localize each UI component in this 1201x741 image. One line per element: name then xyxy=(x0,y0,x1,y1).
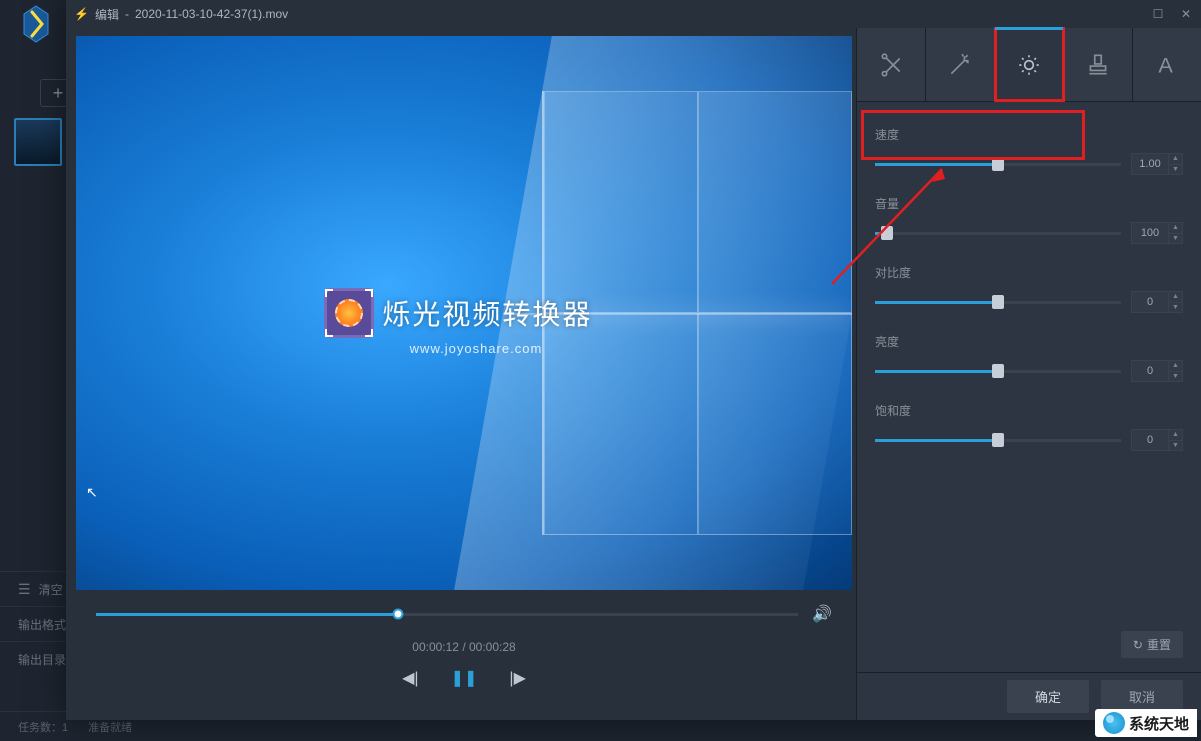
contrast-spinner: 0 ▲▼ xyxy=(1131,291,1183,313)
saturation-down-button[interactable]: ▼ xyxy=(1168,441,1182,451)
tool-tabs: A xyxy=(857,28,1201,102)
reset-label: 重置 xyxy=(1147,636,1171,653)
tab-trim[interactable] xyxy=(857,28,926,101)
editor-app-icon: ⚡ xyxy=(74,7,89,21)
volume-thumb[interactable] xyxy=(881,226,893,240)
clear-list-icon: ☰ xyxy=(18,581,31,598)
brightness-up-button[interactable]: ▲ xyxy=(1168,361,1182,372)
ok-button[interactable]: 确定 xyxy=(1007,680,1089,713)
watermark-text: 烁光视频转换器 xyxy=(382,293,592,333)
volume-value[interactable]: 100 xyxy=(1132,223,1168,243)
brightness-down-button[interactable]: ▼ xyxy=(1168,372,1182,382)
stamp-icon xyxy=(1085,52,1111,78)
editor-maximize-icon[interactable]: ☐ xyxy=(1151,7,1165,21)
tab-effects[interactable] xyxy=(926,28,995,101)
clear-list-label: 清空 xyxy=(39,581,63,598)
saturation-up-button[interactable]: ▲ xyxy=(1168,430,1182,441)
sliders-panel: 速度 1.00 ▲▼ 音量 xyxy=(857,102,1201,621)
editor-close-icon[interactable]: ✕ xyxy=(1179,7,1193,21)
video-pane: 烁光视频转换器 www.joyoshare.com ↖ 🔊 00:00:12 /… xyxy=(66,28,856,720)
contrast-up-button[interactable]: ▲ xyxy=(1168,292,1182,303)
saturation-thumb[interactable] xyxy=(992,433,1004,447)
tab-adjust[interactable] xyxy=(995,28,1064,101)
time-total: 00:00:28 xyxy=(469,640,516,654)
saturation-value[interactable]: 0 xyxy=(1132,430,1168,450)
site-watermark-text: 系统天地 xyxy=(1129,713,1189,734)
saturation-slider-group: 饱和度 0 ▲▼ xyxy=(875,402,1183,451)
video-controls: 🔊 00:00:12 / 00:00:28 ◀| ❚❚ |▶ xyxy=(76,590,852,720)
editor-title-file: 2020-11-03-10-42-37(1).mov xyxy=(135,7,288,21)
task-count: 任务数：1 xyxy=(18,719,68,735)
volume-label: 音量 xyxy=(875,195,1183,212)
volume-icon[interactable]: 🔊 xyxy=(812,604,832,624)
tools-pane: A 速度 xyxy=(856,28,1201,720)
app-logo-icon xyxy=(18,4,54,44)
saturation-slider[interactable] xyxy=(875,439,1121,442)
volume-up-button[interactable]: ▲ xyxy=(1168,223,1182,234)
editor-titlebar[interactable]: ⚡ 编辑 - 2020-11-03-10-42-37(1).mov ☐ ✕ xyxy=(66,0,1201,28)
editor-dialog: ⚡ 编辑 - 2020-11-03-10-42-37(1).mov ☐ ✕ 烁光… xyxy=(66,0,1201,720)
tab-watermark[interactable] xyxy=(1064,28,1133,101)
reset-icon: ↻ xyxy=(1133,638,1143,652)
brightness-value[interactable]: 0 xyxy=(1132,361,1168,381)
next-frame-button[interactable]: |▶ xyxy=(509,668,525,688)
brightness-spinner: 0 ▲▼ xyxy=(1131,360,1183,382)
time-display: 00:00:12 / 00:00:28 xyxy=(96,640,832,654)
svg-text:A: A xyxy=(1158,52,1173,77)
magic-wand-icon xyxy=(947,52,973,78)
reset-button[interactable]: ↻ 重置 xyxy=(1121,631,1183,658)
brightness-icon xyxy=(1016,52,1042,78)
volume-slider-group: 音量 100 ▲▼ xyxy=(875,195,1183,244)
play-pause-button[interactable]: ❚❚ xyxy=(451,668,478,688)
brightness-thumb[interactable] xyxy=(992,364,1004,378)
ready-status: 准备就绪 xyxy=(88,719,132,735)
speed-down-button[interactable]: ▼ xyxy=(1168,165,1182,175)
brightness-slider[interactable] xyxy=(875,370,1121,373)
contrast-slider[interactable] xyxy=(875,301,1121,304)
speed-spinner: 1.00 ▲▼ xyxy=(1131,153,1183,175)
volume-spinner: 100 ▲▼ xyxy=(1131,222,1183,244)
tab-subtitle[interactable]: A xyxy=(1133,28,1201,101)
volume-slider[interactable] xyxy=(875,232,1121,235)
watermark-url: www.joyoshare.com xyxy=(410,341,543,356)
progress-slider[interactable] xyxy=(96,613,798,616)
editor-title-label: 编辑 xyxy=(95,6,119,23)
text-icon: A xyxy=(1154,52,1180,78)
saturation-spinner: 0 ▲▼ xyxy=(1131,429,1183,451)
speed-up-button[interactable]: ▲ xyxy=(1168,154,1182,165)
video-preview[interactable]: 烁光视频转换器 www.joyoshare.com ↖ xyxy=(76,36,852,590)
contrast-thumb[interactable] xyxy=(992,295,1004,309)
time-current: 00:00:12 xyxy=(412,640,459,654)
contrast-value[interactable]: 0 xyxy=(1132,292,1168,312)
site-watermark-icon xyxy=(1103,712,1125,734)
video-watermark: 烁光视频转换器 xyxy=(324,288,592,338)
output-dir-label: 输出目录 xyxy=(18,651,66,668)
speed-slider[interactable] xyxy=(875,163,1121,166)
volume-down-button[interactable]: ▼ xyxy=(1168,234,1182,244)
saturation-label: 饱和度 xyxy=(875,402,1183,419)
thumbnail-item[interactable] xyxy=(14,118,62,166)
brightness-slider-group: 亮度 0 ▲▼ xyxy=(875,333,1183,382)
scissors-icon xyxy=(878,52,904,78)
output-format-label: 输出格式 xyxy=(18,616,66,633)
speed-slider-group: 速度 1.00 ▲▼ xyxy=(875,126,1183,175)
bg-thumbnails xyxy=(14,118,66,172)
speed-thumb[interactable] xyxy=(992,157,1004,171)
prev-frame-button[interactable]: ◀| xyxy=(402,668,418,688)
brightness-label: 亮度 xyxy=(875,333,1183,350)
contrast-label: 对比度 xyxy=(875,264,1183,281)
speed-value[interactable]: 1.00 xyxy=(1132,154,1168,174)
contrast-slider-group: 对比度 0 ▲▼ xyxy=(875,264,1183,313)
site-watermark: 系统天地 xyxy=(1095,709,1197,737)
speed-label: 速度 xyxy=(875,126,1183,143)
progress-thumb[interactable] xyxy=(392,609,403,620)
watermark-logo-icon xyxy=(324,288,374,338)
contrast-down-button[interactable]: ▼ xyxy=(1168,303,1182,313)
